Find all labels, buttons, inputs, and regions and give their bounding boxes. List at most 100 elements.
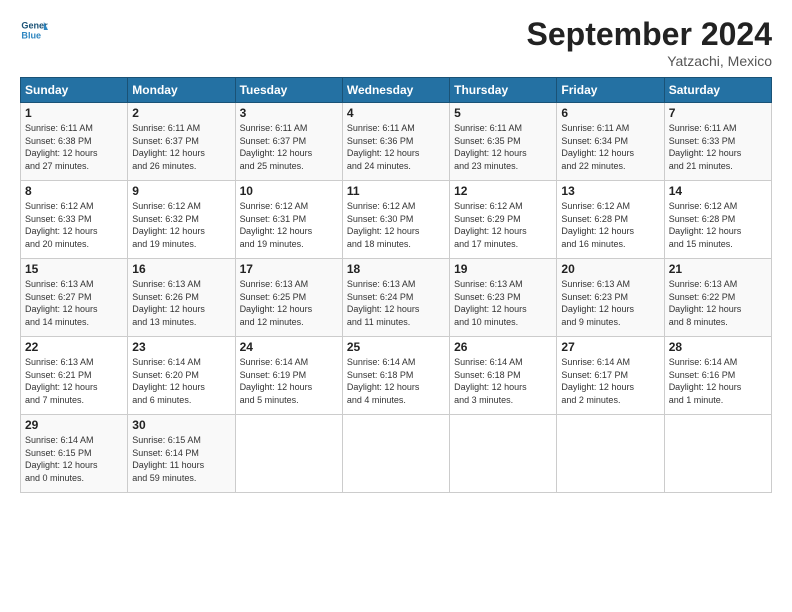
day-number: 16 [132,262,230,276]
day-info: Sunrise: 6:12 AM Sunset: 6:28 PM Dayligh… [561,200,659,250]
day-cell: 27 Sunrise: 6:14 AM Sunset: 6:17 PM Dayli… [557,337,664,415]
day-cell: 21 Sunrise: 6:13 AM Sunset: 6:22 PM Dayli… [664,259,771,337]
day-info: Sunrise: 6:11 AM Sunset: 6:35 PM Dayligh… [454,122,552,172]
day-number: 7 [669,106,767,120]
col-sunday: Sunday [21,78,128,103]
day-info: Sunrise: 6:13 AM Sunset: 6:23 PM Dayligh… [454,278,552,328]
day-info: Sunrise: 6:11 AM Sunset: 6:34 PM Dayligh… [561,122,659,172]
day-cell [664,415,771,493]
day-info: Sunrise: 6:13 AM Sunset: 6:26 PM Dayligh… [132,278,230,328]
day-info: Sunrise: 6:13 AM Sunset: 6:24 PM Dayligh… [347,278,445,328]
day-info: Sunrise: 6:14 AM Sunset: 6:20 PM Dayligh… [132,356,230,406]
day-number: 15 [25,262,123,276]
day-number: 26 [454,340,552,354]
day-cell: 23 Sunrise: 6:14 AM Sunset: 6:20 PM Dayli… [128,337,235,415]
day-number: 27 [561,340,659,354]
day-info: Sunrise: 6:11 AM Sunset: 6:37 PM Dayligh… [240,122,338,172]
day-cell: 6Sunrise: 6:11 AM Sunset: 6:34 PM Daylig… [557,103,664,181]
day-cell: 24Sunrise: 6:14 AM Sunset: 6:19 PM Dayli… [235,337,342,415]
day-cell: 22Sunrise: 6:13 AM Sunset: 6:21 PM Dayli… [21,337,128,415]
day-info: Sunrise: 6:14 AM Sunset: 6:16 PM Dayligh… [669,356,767,406]
col-saturday: Saturday [664,78,771,103]
day-info: Sunrise: 6:15 AM Sunset: 6:14 PM Dayligh… [132,434,230,484]
day-info: Sunrise: 6:11 AM Sunset: 6:37 PM Dayligh… [132,122,230,172]
day-cell: 5 Sunrise: 6:11 AM Sunset: 6:35 PM Daylig… [450,103,557,181]
day-info: Sunrise: 6:14 AM Sunset: 6:19 PM Dayligh… [240,356,338,406]
page-header: General Blue September 2024 Yatzachi, Me… [20,16,772,69]
col-monday: Monday [128,78,235,103]
day-info: Sunrise: 6:13 AM Sunset: 6:23 PM Dayligh… [561,278,659,328]
day-info: Sunrise: 6:13 AM Sunset: 6:22 PM Dayligh… [669,278,767,328]
day-info: Sunrise: 6:14 AM Sunset: 6:15 PM Dayligh… [25,434,123,484]
day-number: 23 [132,340,230,354]
day-number: 5 [454,106,552,120]
day-info: Sunrise: 6:12 AM Sunset: 6:31 PM Dayligh… [240,200,338,250]
day-number: 9 [132,184,230,198]
day-cell: 13 Sunrise: 6:12 AM Sunset: 6:28 PM Dayli… [557,181,664,259]
col-tuesday: Tuesday [235,78,342,103]
day-cell: 28 Sunrise: 6:14 AM Sunset: 6:16 PM Dayli… [664,337,771,415]
week-row-2: 8 Sunrise: 6:12 AM Sunset: 6:33 PM Daylig… [21,181,772,259]
week-row-5: 29Sunrise: 6:14 AM Sunset: 6:15 PM Dayli… [21,415,772,493]
day-cell: 15Sunrise: 6:13 AM Sunset: 6:27 PM Dayli… [21,259,128,337]
day-cell: 10 Sunrise: 6:12 AM Sunset: 6:31 PM Dayli… [235,181,342,259]
day-info: Sunrise: 6:11 AM Sunset: 6:33 PM Dayligh… [669,122,767,172]
day-cell: 9 Sunrise: 6:12 AM Sunset: 6:32 PM Daylig… [128,181,235,259]
day-info: Sunrise: 6:12 AM Sunset: 6:33 PM Dayligh… [25,200,123,250]
day-cell: 2 Sunrise: 6:11 AM Sunset: 6:37 PM Daylig… [128,103,235,181]
day-number: 2 [132,106,230,120]
day-number: 10 [240,184,338,198]
day-cell [342,415,449,493]
day-cell: 19Sunrise: 6:13 AM Sunset: 6:23 PM Dayli… [450,259,557,337]
day-number: 17 [240,262,338,276]
day-number: 4 [347,106,445,120]
day-cell: 3Sunrise: 6:11 AM Sunset: 6:37 PM Daylig… [235,103,342,181]
day-info: Sunrise: 6:13 AM Sunset: 6:25 PM Dayligh… [240,278,338,328]
day-info: Sunrise: 6:12 AM Sunset: 6:28 PM Dayligh… [669,200,767,250]
col-friday: Friday [557,78,664,103]
day-cell: 30Sunrise: 6:15 AM Sunset: 6:14 PM Dayli… [128,415,235,493]
week-row-4: 22Sunrise: 6:13 AM Sunset: 6:21 PM Dayli… [21,337,772,415]
col-thursday: Thursday [450,78,557,103]
day-cell [557,415,664,493]
day-cell: 20 Sunrise: 6:13 AM Sunset: 6:23 PM Dayli… [557,259,664,337]
day-cell: 18 Sunrise: 6:13 AM Sunset: 6:24 PM Dayli… [342,259,449,337]
day-info: Sunrise: 6:12 AM Sunset: 6:32 PM Dayligh… [132,200,230,250]
day-number: 8 [25,184,123,198]
day-number: 12 [454,184,552,198]
day-cell: 26 Sunrise: 6:14 AM Sunset: 6:18 PM Dayli… [450,337,557,415]
day-cell: 17 Sunrise: 6:13 AM Sunset: 6:25 PM Dayli… [235,259,342,337]
svg-text:Blue: Blue [21,30,41,40]
day-cell [235,415,342,493]
day-number: 21 [669,262,767,276]
day-cell: 8 Sunrise: 6:12 AM Sunset: 6:33 PM Daylig… [21,181,128,259]
day-cell: 14 Sunrise: 6:12 AM Sunset: 6:28 PM Dayli… [664,181,771,259]
header-row: Sunday Monday Tuesday Wednesday Thursday… [21,78,772,103]
day-number: 25 [347,340,445,354]
col-wednesday: Wednesday [342,78,449,103]
day-cell: 16 Sunrise: 6:13 AM Sunset: 6:26 PM Dayli… [128,259,235,337]
week-row-1: 1 Sunrise: 6:11 AM Sunset: 6:38 PM Daylig… [21,103,772,181]
day-cell: 12Sunrise: 6:12 AM Sunset: 6:29 PM Dayli… [450,181,557,259]
week-row-3: 15Sunrise: 6:13 AM Sunset: 6:27 PM Dayli… [21,259,772,337]
day-info: Sunrise: 6:14 AM Sunset: 6:17 PM Dayligh… [561,356,659,406]
day-number: 18 [347,262,445,276]
day-number: 13 [561,184,659,198]
calendar-table: Sunday Monday Tuesday Wednesday Thursday… [20,77,772,493]
day-info: Sunrise: 6:14 AM Sunset: 6:18 PM Dayligh… [454,356,552,406]
day-number: 28 [669,340,767,354]
day-cell: 7 Sunrise: 6:11 AM Sunset: 6:33 PM Daylig… [664,103,771,181]
day-number: 20 [561,262,659,276]
day-number: 1 [25,106,123,120]
day-number: 11 [347,184,445,198]
title-block: September 2024 Yatzachi, Mexico [527,16,772,69]
day-cell: 29Sunrise: 6:14 AM Sunset: 6:15 PM Dayli… [21,415,128,493]
day-info: Sunrise: 6:14 AM Sunset: 6:18 PM Dayligh… [347,356,445,406]
day-info: Sunrise: 6:11 AM Sunset: 6:38 PM Dayligh… [25,122,123,172]
day-number: 14 [669,184,767,198]
day-number: 22 [25,340,123,354]
day-cell: 25 Sunrise: 6:14 AM Sunset: 6:18 PM Dayli… [342,337,449,415]
day-info: Sunrise: 6:11 AM Sunset: 6:36 PM Dayligh… [347,122,445,172]
day-info: Sunrise: 6:12 AM Sunset: 6:30 PM Dayligh… [347,200,445,250]
month-title: September 2024 [527,16,772,53]
